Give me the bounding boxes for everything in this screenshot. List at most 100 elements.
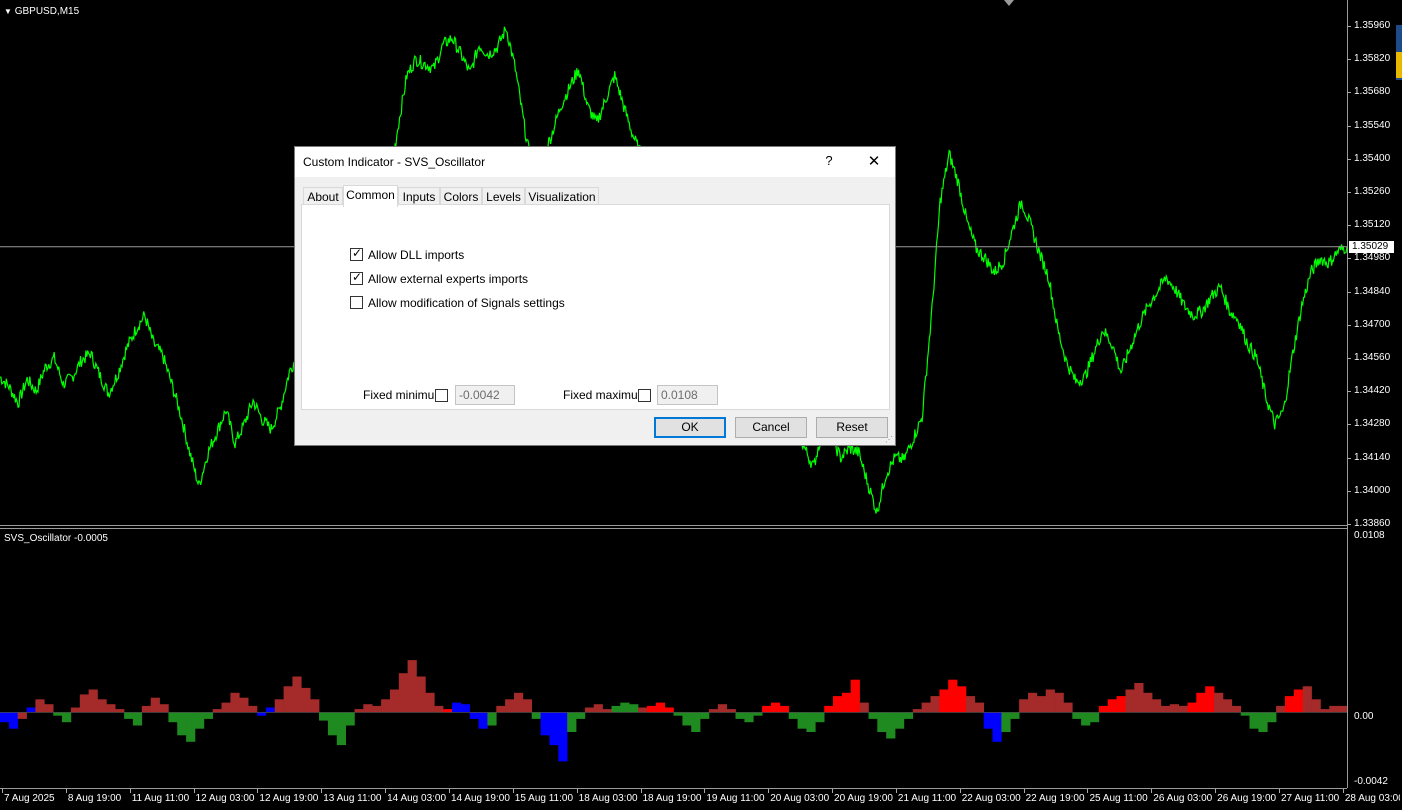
price-axis-tick [1347,26,1351,27]
oscillator-bar [850,679,860,713]
osc-axis-min: -0.0042 [1354,776,1388,787]
tab-common[interactable]: Common [343,185,398,207]
time-axis-label: 21 Aug 11:00 [897,793,957,804]
resize-grip-icon[interactable]: ⋰ [885,435,895,445]
oscillator-bar [1178,705,1188,713]
oscillator-bar [1276,705,1286,713]
tab-inputs[interactable]: Inputs [398,187,440,205]
oscillator-bar [779,705,789,713]
tab-about[interactable]: About [303,187,343,205]
oscillator-bar [1329,705,1339,713]
oscillator-bar [363,704,373,713]
time-axis-label: 7 Aug 2025 [4,793,55,804]
tab-colors[interactable]: Colors [440,187,482,205]
time-axis-label: 12 Aug 03:00 [195,793,255,804]
oscillator-bar [310,699,320,713]
oscillator-bar [797,712,807,729]
price-axis-label: 1.35820 [1354,53,1391,65]
help-icon[interactable]: ? [817,153,841,171]
tab-levels[interactable]: Levels [482,187,525,205]
oscillator-bar [115,709,125,713]
oscillator-bar [354,709,364,713]
checkbox-box[interactable]: ✓ [350,246,363,261]
oscillator-bar [1293,689,1303,713]
oscillator-bar [292,676,302,713]
time-axis-label: 19 Aug 11:00 [706,793,765,804]
oscillator-bar [1036,696,1046,713]
symbol-label: ▼ GBPUSD,M15 [4,6,80,17]
oscillator-bar [1028,692,1038,713]
oscillator-bar [584,707,595,713]
oscillator-bar [903,712,914,719]
pane-separator[interactable] [0,525,1347,526]
time-axis-tick [1215,789,1217,793]
oscillator-bar [8,712,19,729]
dialog-titlebar[interactable]: Custom Indicator - SVS_Oscillator ? ✕ [295,147,895,177]
fixed-maximum-checkbox[interactable] [638,389,651,402]
oscillator-bar [168,712,178,723]
oscillator-title: SVS_Oscillator -0.0005 [4,533,108,544]
oscillator-bar [1302,686,1312,713]
oscillator-bar [487,712,497,726]
fixed-maximum-input[interactable]: 0.0108 [657,385,718,405]
time-axis-tick [576,789,578,793]
oscillator-bar [239,697,249,713]
price-axis-label: 1.34840 [1354,285,1391,297]
checkmark-icon: ✓ [352,246,363,260]
price-axis-label: 1.34700 [1354,318,1391,330]
oscillator-bar [965,696,976,713]
price-axis-tick [1347,358,1351,359]
oscillator-bar [558,712,568,762]
oscillator-bar [425,692,435,713]
current-price-label: 1.35029 [1349,240,1394,253]
oscillator-bar [505,699,515,713]
oscillator-bar [1320,709,1330,713]
fixed-minimum-checkbox[interactable] [435,389,448,402]
time-axis-label: 22 Aug 03:00 [961,793,1021,804]
oscillator-bar [824,705,834,713]
time-axis-label: 13 Aug 11:00 [323,793,382,804]
fixed-minimum-input[interactable]: -0.0042 [455,385,515,405]
tab-visualization[interactable]: Visualization [525,187,599,205]
oscillator-bar [496,705,506,713]
oscillator-bar [1063,702,1073,713]
ok-button[interactable]: OK [654,417,726,438]
price-axis-label: 1.35540 [1354,119,1391,131]
price-axis-tick [1347,158,1351,160]
price-scale-line [1347,0,1348,788]
oscillator-bar [682,712,692,726]
oscillator-bar [930,696,940,713]
oscillator-chart[interactable] [0,529,1347,788]
oscillator-bar [177,712,187,736]
oscillator-bar [948,679,958,713]
checkbox-box[interactable]: ✓ [350,270,363,285]
price-axis-label: 1.34560 [1354,352,1391,363]
price-axis-label: 1.34420 [1354,385,1391,397]
oscillator-bar [1152,699,1162,713]
oscillator-bar [921,702,931,713]
time-axis-tick [704,789,706,793]
oscillator-bar [717,704,727,713]
reset-button[interactable]: Reset [816,417,888,438]
price-axis-tick [1347,192,1351,193]
collapse-arrow-icon[interactable]: ▼ [4,7,12,16]
oscillator-bar [1072,712,1082,719]
oscillator-bar [1107,699,1117,713]
time-axis-label: 15 Aug 11:00 [514,793,573,804]
price-axis-tick [1347,92,1351,94]
time-axis-tick [385,789,387,793]
oscillator-bar [79,694,89,713]
cancel-button[interactable]: Cancel [735,417,807,438]
oscillator-bar [26,707,36,713]
oscillator-bar [1196,692,1206,713]
time-axis-tick [1023,789,1025,793]
oscillator-bar [664,707,674,713]
oscillator-bar [744,712,754,723]
checkbox-box[interactable] [350,296,363,309]
osc-axis-zero: 0.00 [1354,711,1374,722]
price-axis-label: 1.34280 [1354,418,1391,430]
osc-axis-max: 0.0108 [1354,530,1385,541]
chart-shift-marker-icon[interactable] [1004,0,1014,6]
close-icon[interactable]: ✕ [861,152,887,172]
time-axis-label: 26 Aug 19:00 [1217,793,1277,804]
